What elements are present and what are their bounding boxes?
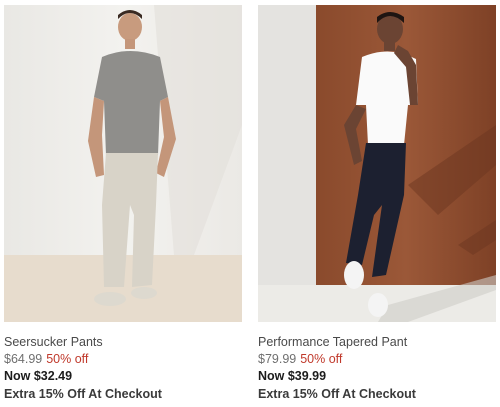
product-image[interactable]: [258, 5, 496, 322]
original-price: $79.99: [258, 352, 297, 366]
discount-badge: 50% off: [300, 352, 343, 366]
original-price: $64.99: [4, 352, 43, 366]
product-image[interactable]: [4, 5, 242, 322]
discount-badge: 50% off: [46, 352, 89, 366]
price-row: $79.99 50% off: [258, 350, 496, 368]
product-grid: Seersucker Pants $64.99 50% off Now $32.4…: [0, 0, 500, 407]
price-row: $64.99 50% off: [4, 350, 242, 368]
product-card[interactable]: Seersucker Pants $64.99 50% off Now $32.4…: [4, 5, 242, 403]
product-name[interactable]: Performance Tapered Pant: [258, 334, 496, 350]
product-card[interactable]: Performance Tapered Pant $79.99 50% off N…: [258, 5, 496, 403]
product-photo-right: [258, 5, 496, 322]
sale-price: Now $39.99: [258, 369, 327, 383]
product-name[interactable]: Seersucker Pants: [4, 334, 242, 350]
product-photo-left: [4, 5, 242, 322]
promo-text: Extra 15% Off At Checkout: [258, 387, 416, 401]
promo-text: Extra 15% Off At Checkout: [4, 387, 162, 401]
sale-price: Now $32.49: [4, 369, 73, 383]
